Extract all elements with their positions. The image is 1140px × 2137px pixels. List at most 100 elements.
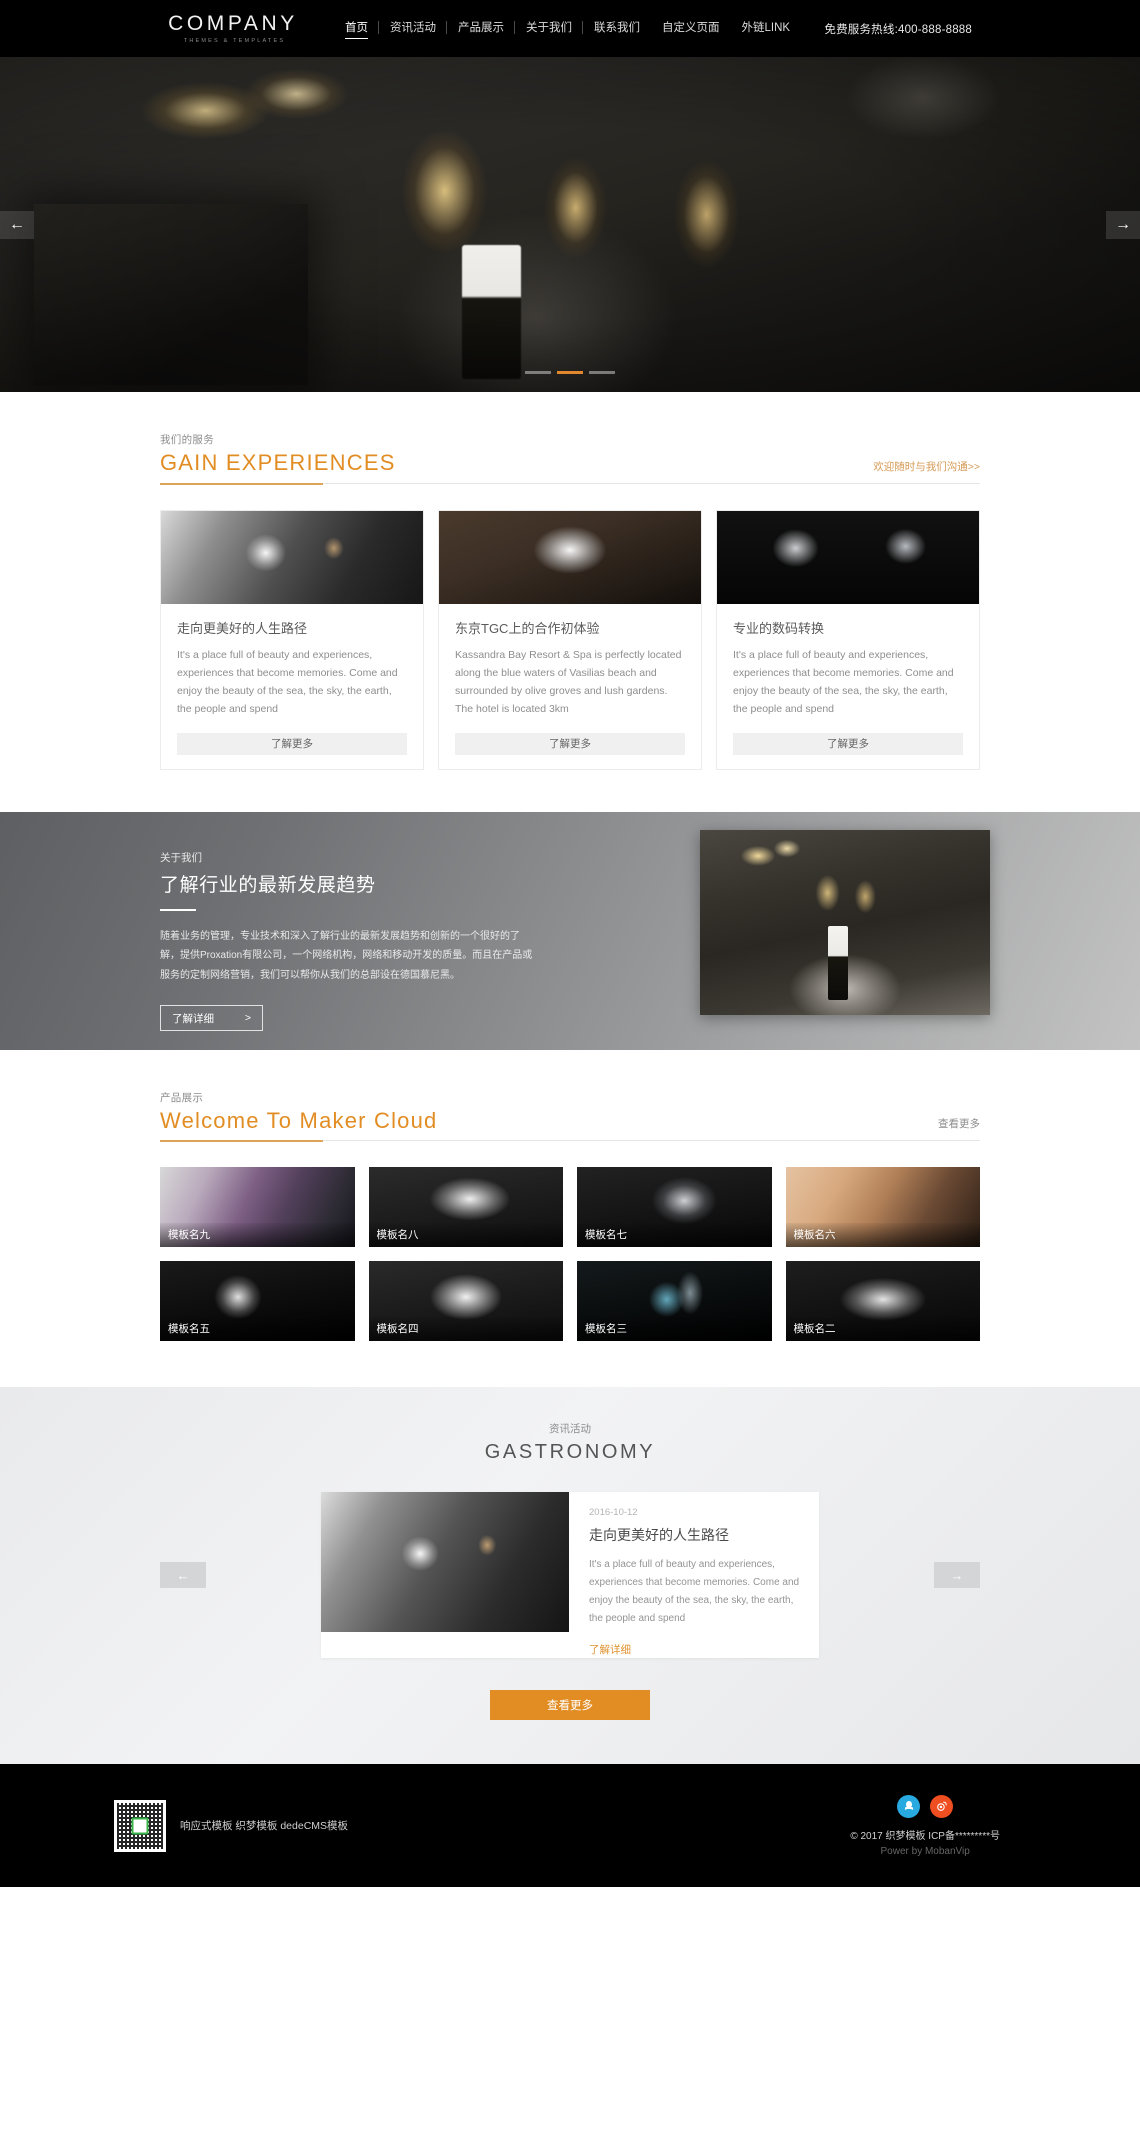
nav-active-underline xyxy=(345,38,368,39)
nav-label: 外链LINK xyxy=(741,22,791,34)
product-label: 模板名二 xyxy=(785,1317,980,1342)
social-links xyxy=(850,1794,1000,1818)
nav-label: 产品展示 xyxy=(458,22,504,34)
product-card[interactable]: 模板名四 xyxy=(368,1261,563,1342)
service-title: 专业的数码转换 xyxy=(733,620,825,636)
about-detail-label: 了解详细 xyxy=(172,1012,214,1025)
nav-item-external-link[interactable]: 外链LINK xyxy=(731,0,802,57)
product-card[interactable]: 模板名二 xyxy=(785,1261,980,1342)
chevron-right-icon: > xyxy=(244,1012,251,1025)
about-title: 了解行业的最新发展趋势 xyxy=(160,874,376,896)
service-thumbnail xyxy=(161,510,423,604)
nav-label: 首页 xyxy=(345,22,368,34)
penguin-glyph xyxy=(904,1801,913,1810)
copyright-text: © 2017 织梦模板 ICP备*********号 xyxy=(850,1830,1000,1842)
product-label: 模板名六 xyxy=(785,1223,980,1248)
product-card[interactable]: 模板名三 xyxy=(577,1261,772,1342)
news-date: 2016-10-12 xyxy=(589,1507,638,1519)
product-card[interactable]: 模板名五 xyxy=(160,1261,355,1342)
news-header: 资讯活动 GASTRONOMY xyxy=(0,1421,1140,1464)
services-divider xyxy=(160,482,980,485)
services-more-link[interactable]: 欢迎随时与我们沟通>> xyxy=(873,459,980,474)
services-card-grid: 走向更美好的人生路径 It's a place full of beauty a… xyxy=(160,509,980,770)
service-readmore-button[interactable]: 了解更多 xyxy=(733,732,963,755)
nav-item-about[interactable]: 关于我们 xyxy=(515,0,583,57)
about-section: 关于我们 了解行业的最新发展趋势 随着业务的管理，专业技术和深入了解行业的最新发… xyxy=(0,811,1140,1050)
products-section: 产品展示 Welcome To Maker Cloud 查看更多 模板名九 模板… xyxy=(0,1049,1140,1388)
news-detail-link[interactable]: 了解详细 xyxy=(589,1642,631,1657)
nav-item-custom-page[interactable]: 自定义页面 xyxy=(651,0,731,57)
nav-item-contact[interactable]: 联系我们 xyxy=(583,0,651,57)
about-divider xyxy=(160,908,196,911)
products-grid: 模板名九 模板名八 模板名七 模板名六 模板名五 模板名四 模板名三 模板名二 xyxy=(160,1167,980,1342)
products-more-link[interactable]: 查看更多 xyxy=(938,1116,980,1131)
footer-keywords: 响应式模板 织梦模板 dedeCMS模板 xyxy=(180,1820,349,1833)
weibo-glyph xyxy=(937,1801,947,1811)
product-card[interactable]: 模板名九 xyxy=(160,1167,355,1248)
service-thumbnail xyxy=(439,510,701,604)
hero-pagination xyxy=(525,371,615,374)
qq-icon[interactable] xyxy=(897,1794,921,1818)
nav-label: 自定义页面 xyxy=(662,22,720,34)
qr-pattern xyxy=(117,1802,163,1849)
weibo-icon[interactable] xyxy=(930,1794,954,1818)
service-card[interactable]: 走向更美好的人生路径 It's a place full of beauty a… xyxy=(160,509,424,770)
hero-next-arrow-icon[interactable]: → xyxy=(1106,210,1140,239)
services-eyebrow: 我们的服务 xyxy=(160,434,214,446)
product-label: 模板名三 xyxy=(577,1317,772,1342)
service-readmore-button[interactable]: 了解更多 xyxy=(177,732,407,755)
about-description: 随着业务的管理，专业技术和深入了解行业的最新发展趋势和创新的一个很好的了解，提供… xyxy=(160,930,533,981)
news-more-button[interactable]: 查看更多 xyxy=(490,1690,650,1721)
product-card[interactable]: 模板名八 xyxy=(368,1167,563,1248)
about-detail-button[interactable]: 了解详细 > xyxy=(160,1005,263,1032)
news-section: 资讯活动 GASTRONOMY ← 2016-10-12 走向更美好的人生路径 … xyxy=(0,1387,1140,1765)
news-thumbnail xyxy=(321,1492,569,1633)
service-thumbnail xyxy=(717,510,979,604)
service-description: It's a place full of beauty and experien… xyxy=(733,648,954,715)
hero-banner: ← → xyxy=(0,57,1140,392)
nav-label: 资讯活动 xyxy=(390,22,436,34)
page-root: COMPANY THEMES & TEMPLATES 首页 资讯活动 产品展示 … xyxy=(0,0,1140,1888)
hero-dot[interactable] xyxy=(589,371,615,374)
nav-label: 关于我们 xyxy=(526,22,572,34)
hero-vignette xyxy=(0,57,1140,392)
services-section: 我们的服务 GAIN EXPERIENCES 欢迎随时与我们沟通>> 走向更美好… xyxy=(0,392,1140,812)
product-card[interactable]: 模板名六 xyxy=(785,1167,980,1248)
service-card[interactable]: 专业的数码转换 It's a place full of beauty and … xyxy=(716,509,980,770)
services-header: 我们的服务 GAIN EXPERIENCES 欢迎随时与我们沟通>> xyxy=(160,430,980,485)
product-label: 模板名四 xyxy=(368,1317,563,1342)
service-title: 东京TGC上的合作初体验 xyxy=(455,620,600,636)
news-item-description: It's a place full of beauty and experien… xyxy=(589,1559,800,1625)
nav-item-products[interactable]: 产品展示 xyxy=(447,0,515,57)
news-item-title: 走向更美好的人生路径 xyxy=(589,1527,729,1544)
hero-dot-active[interactable] xyxy=(557,371,583,374)
products-eyebrow: 产品展示 xyxy=(160,1091,204,1104)
news-next-arrow-icon[interactable]: → xyxy=(934,1562,980,1589)
product-label: 模板名五 xyxy=(160,1317,355,1342)
nav-item-news[interactable]: 资讯活动 xyxy=(379,0,447,57)
products-header: 产品展示 Welcome To Maker Cloud 查看更多 xyxy=(160,1088,980,1143)
service-description: It's a place full of beauty and experien… xyxy=(177,648,398,715)
product-card[interactable]: 模板名七 xyxy=(577,1167,772,1248)
about-image xyxy=(700,829,990,1015)
service-readmore-button[interactable]: 了解更多 xyxy=(455,732,685,755)
product-label: 模板名七 xyxy=(577,1223,772,1248)
hero-dot[interactable] xyxy=(525,371,551,374)
news-card[interactable]: 2016-10-12 走向更美好的人生路径 It's a place full … xyxy=(321,1492,819,1659)
news-title: GASTRONOMY xyxy=(484,1441,656,1464)
service-card[interactable]: 东京TGC上的合作初体验 Kassandra Bay Resort & Spa … xyxy=(438,509,702,770)
services-title: GAIN EXPERIENCES xyxy=(160,450,396,475)
products-divider xyxy=(160,1140,980,1143)
nav-item-home[interactable]: 首页 xyxy=(334,0,379,57)
hero-prev-arrow-icon[interactable]: ← xyxy=(0,210,34,239)
service-description: Kassandra Bay Resort & Spa is perfectly … xyxy=(455,648,682,715)
product-label: 模板名九 xyxy=(160,1223,355,1248)
site-logo[interactable]: COMPANY THEMES & TEMPLATES xyxy=(168,13,298,45)
news-slider: ← 2016-10-12 走向更美好的人生路径 It's a place ful… xyxy=(160,1492,980,1659)
logo-title: COMPANY xyxy=(168,11,298,35)
service-title: 走向更美好的人生路径 xyxy=(177,620,308,636)
news-eyebrow: 资讯活动 xyxy=(549,1423,591,1436)
news-prev-arrow-icon[interactable]: ← xyxy=(160,1562,206,1589)
product-label: 模板名八 xyxy=(368,1223,563,1248)
site-header: COMPANY THEMES & TEMPLATES 首页 资讯活动 产品展示 … xyxy=(0,0,1140,57)
